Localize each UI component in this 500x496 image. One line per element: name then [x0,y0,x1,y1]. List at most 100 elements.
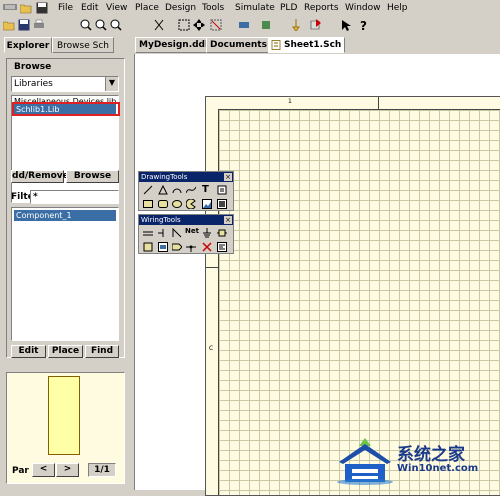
image-tool-icon[interactable] [202,199,212,209]
port-tool-icon[interactable] [171,242,183,252]
wire-icon[interactable] [238,19,250,31]
browse-type-value: Libraries [14,79,53,89]
rectangle-tool-icon[interactable] [143,199,153,209]
component-list[interactable]: Component_1 [11,207,119,341]
sheet-symbol-tool-icon[interactable] [143,242,153,252]
menu-file[interactable]: File [58,2,73,14]
wiring-tools-titlebar[interactable]: WiringTools × [139,215,233,225]
part-label: Par [12,466,29,476]
chevron-down-icon[interactable]: ▼ [105,77,118,91]
schematic-canvas[interactable]: 1 C DrawingTools × T WiringTools × Net 系… [134,54,500,496]
watermark-cn-text: 系统之家 [397,445,465,465]
menu-design[interactable]: Design [165,2,196,14]
watermark-url-text: Win10net.com [397,463,479,474]
save-icon[interactable] [18,19,30,31]
save-icon[interactable] [36,2,48,14]
pie-tool-icon[interactable] [185,198,196,210]
tab-documents[interactable]: Documents [206,37,271,53]
drawing-tools-title: DrawingTools [141,173,188,181]
wiring-tools-title: WiringTools [141,216,181,224]
browse-button[interactable]: Browse [66,170,119,183]
sheet-entry-tool-icon[interactable] [158,242,168,252]
menu-simulate[interactable]: Simulate [235,2,275,14]
library-list[interactable]: Miscellaneous Devices.lib Schlib1.Lib [11,95,120,203]
part-next-button[interactable]: > [56,463,79,477]
help-icon[interactable]: ? [358,19,370,33]
array-tool-icon[interactable] [217,199,227,209]
add-remove-button[interactable]: dd/Remove [11,170,69,183]
app-icon[interactable] [3,3,17,11]
bus-tool-icon[interactable] [158,228,168,238]
component-icon[interactable] [260,19,272,31]
cut-icon[interactable] [153,19,165,31]
ellipse-tool-icon[interactable] [172,199,182,209]
pcb-layout-tool-icon[interactable] [217,242,227,252]
move-icon[interactable] [193,19,205,31]
tab-sheet1[interactable]: Sheet1.Sch [268,37,346,53]
house-logo-icon [337,438,393,485]
select-icon[interactable] [178,19,190,31]
menu-edit[interactable]: Edit [81,2,98,14]
close-icon[interactable]: × [224,216,232,224]
sheet-side-marker: C [209,345,214,352]
line-tool-icon[interactable] [143,185,153,195]
menu-place[interactable]: Place [135,2,159,14]
polygon-tool-icon[interactable] [158,184,168,195]
textframe-tool-icon[interactable] [217,185,227,195]
browse-group-label: Browse [14,62,52,72]
edit-button[interactable]: Edit [11,345,46,358]
part-count: 1/1 [88,463,116,477]
place-button[interactable]: Place [48,345,83,358]
deselect-icon[interactable] [210,19,222,31]
filter-input[interactable]: * [30,190,119,204]
menu-reports[interactable]: Reports [304,2,339,14]
arc-tool-icon[interactable] [172,185,182,195]
left-panel: Explorer Browse Sch Browse Libraries ▼ M… [0,34,131,490]
probe-icon[interactable] [290,19,302,32]
bezier-tool-icon[interactable] [185,185,197,195]
compile-icon[interactable] [310,19,322,31]
watermark-logo: 系统之家 Win10net.com [335,436,500,490]
part-prev-button[interactable]: < [32,463,55,477]
menu-pld[interactable]: PLD [280,2,297,14]
arrow-icon[interactable] [340,19,352,31]
menu-view[interactable]: View [106,2,127,14]
document-tabs: MyDesign.ddb Documents Sheet1.Sch [133,36,500,54]
menu-help[interactable]: Help [387,2,408,14]
tab-explorer[interactable]: Explorer [4,37,52,53]
close-icon[interactable]: × [224,173,232,181]
sheet-top-divider [378,97,379,109]
component-item[interactable]: Component_1 [14,210,116,221]
menu-bar: File Edit View Place Design Tools Simula… [0,0,500,16]
rounded-rect-tool-icon[interactable] [158,199,168,209]
text-tool-icon[interactable]: T [202,184,212,195]
zoom-out-icon[interactable] [95,19,107,31]
open-icon[interactable] [2,19,15,31]
main-toolbar: ? [0,16,500,34]
place-part-tool-icon[interactable] [217,228,227,238]
find-button[interactable]: Find [85,345,119,358]
drawing-tools-titlebar[interactable]: DrawingTools × [139,172,233,182]
schematic-doc-icon [271,40,281,50]
menu-window[interactable]: Window [345,2,381,14]
component-preview-body [48,376,80,455]
power-port-tool-icon[interactable] [202,228,212,238]
drawing-tools-palette[interactable]: DrawingTools × T [138,171,234,211]
zoom-in-icon[interactable] [80,19,92,31]
print-icon[interactable] [33,19,45,31]
svg-text:?: ? [360,19,367,31]
tab-mydesign[interactable]: MyDesign.ddb [135,37,216,53]
tab-browse-sch[interactable]: Browse Sch [52,37,114,53]
net-label-tool-icon[interactable]: Net [185,227,199,237]
menu-tools[interactable]: Tools [202,2,224,14]
junction-tool-icon[interactable] [186,242,196,252]
wire-tool-icon[interactable] [143,228,153,238]
wiring-tools-palette[interactable]: WiringTools × Net [138,214,234,254]
browse-type-select[interactable]: Libraries ▼ [11,76,119,92]
open-folder-icon[interactable] [19,2,32,14]
no-erc-tool-icon[interactable] [202,242,212,252]
bus-entry-tool-icon[interactable] [172,227,182,238]
sheet-top-marker: 1 [288,98,292,105]
zoom-fit-icon[interactable] [110,19,122,31]
sheet-side-divider [206,267,218,268]
